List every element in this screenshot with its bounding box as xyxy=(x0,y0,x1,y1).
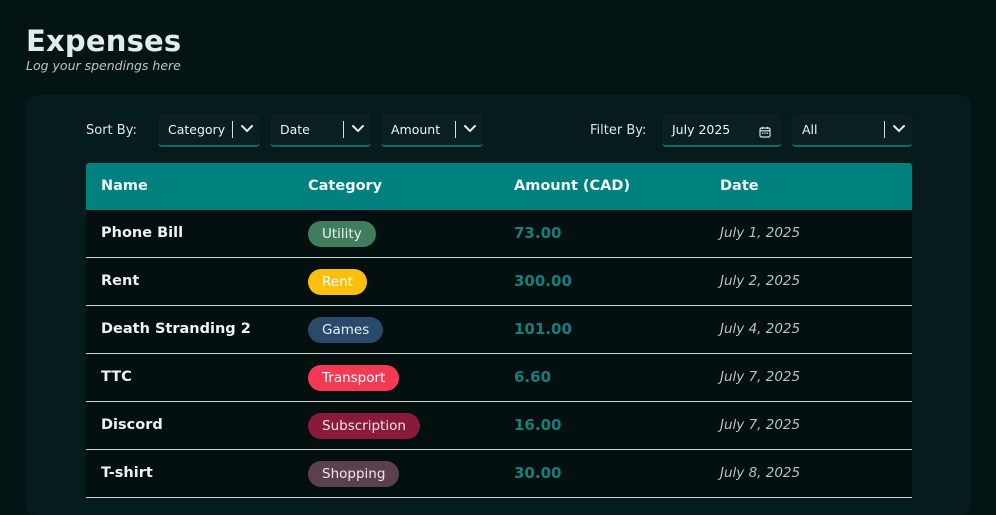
table-row[interactable]: Discord Subscription 16.00 July 7, 2025 xyxy=(86,402,912,450)
filter-by-label: Filter By: xyxy=(590,123,647,138)
select-divider xyxy=(884,121,885,138)
expense-date: July 4, 2025 xyxy=(720,321,801,337)
expense-name: T-shirt xyxy=(101,465,153,481)
page-title: Expenses xyxy=(26,24,182,58)
expense-date: July 8, 2025 xyxy=(720,465,801,481)
expense-amount: 300.00 xyxy=(514,272,572,290)
sort-date-select[interactable]: Date xyxy=(270,114,371,147)
expense-name: Discord xyxy=(101,417,163,433)
sort-amount-value: Amount xyxy=(391,122,441,137)
category-badge: Rent xyxy=(308,269,367,295)
column-header-amount[interactable]: Amount (CAD) xyxy=(514,163,630,210)
chevron-down-icon[interactable] xyxy=(240,124,254,134)
select-divider xyxy=(232,121,233,138)
expense-date: July 7, 2025 xyxy=(720,417,801,433)
sort-amount-select[interactable]: Amount xyxy=(381,114,483,147)
category-badge: Utility xyxy=(308,221,376,247)
expense-date: July 7, 2025 xyxy=(720,369,801,385)
expense-amount: 73.00 xyxy=(514,224,562,242)
filter-month-input[interactable]: July 2025 xyxy=(662,114,782,147)
table-row[interactable]: Death Stranding 2 Games 101.00 July 4, 2… xyxy=(86,306,912,354)
category-badge: Subscription xyxy=(308,413,420,439)
filter-month-value: July 2025 xyxy=(672,122,731,137)
page-subtitle: Log your spendings here xyxy=(26,58,181,73)
expense-amount: 101.00 xyxy=(514,320,572,338)
category-badge: Games xyxy=(308,317,384,343)
column-header-name[interactable]: Name xyxy=(101,163,148,210)
sort-category-value: Category xyxy=(168,122,226,137)
column-header-category[interactable]: Category xyxy=(308,163,382,210)
select-divider xyxy=(343,121,344,138)
chevron-down-icon[interactable] xyxy=(892,124,906,134)
filter-category-value: All xyxy=(802,122,818,137)
chevron-down-icon[interactable] xyxy=(351,124,365,134)
expenses-panel: Sort By: Category Date Amount Filter By:… xyxy=(26,95,971,515)
expense-amount: 6.60 xyxy=(514,368,552,386)
expense-name: TTC xyxy=(101,369,132,385)
table-row[interactable]: Rent Rent 300.00 July 2, 2025 xyxy=(86,258,912,306)
table-header: Name Category Amount (CAD) Date xyxy=(86,163,912,210)
sort-date-value: Date xyxy=(280,122,310,137)
calendar-icon[interactable] xyxy=(759,123,771,138)
chevron-down-icon[interactable] xyxy=(463,124,477,134)
expense-amount: 16.00 xyxy=(514,416,562,434)
table-row[interactable]: Phone Bill Utility 73.00 July 1, 2025 xyxy=(86,210,912,258)
expense-date: July 1, 2025 xyxy=(720,225,801,241)
table-row[interactable]: TTC Transport 6.60 July 7, 2025 xyxy=(86,354,912,402)
filter-category-select[interactable]: All xyxy=(792,114,912,147)
table-row[interactable]: T-shirt Shopping 30.00 July 8, 2025 xyxy=(86,450,912,498)
category-badge: Shopping xyxy=(308,461,400,487)
expense-amount: 30.00 xyxy=(514,464,562,482)
select-divider xyxy=(455,121,456,138)
controls-bar: Sort By: Category Date Amount Filter By:… xyxy=(86,114,912,147)
expense-name: Phone Bill xyxy=(101,225,184,241)
sort-by-label: Sort By: xyxy=(86,123,137,138)
expense-name: Death Stranding 2 xyxy=(101,321,251,337)
expense-date: July 2, 2025 xyxy=(720,273,801,289)
category-badge: Transport xyxy=(308,365,400,391)
sort-category-select[interactable]: Category xyxy=(158,114,260,147)
page-header: Expenses Log your spendings here xyxy=(26,22,181,73)
expense-name: Rent xyxy=(101,273,140,289)
column-header-date[interactable]: Date xyxy=(720,163,759,210)
expenses-table: Name Category Amount (CAD) Date Phone Bi… xyxy=(86,163,912,498)
